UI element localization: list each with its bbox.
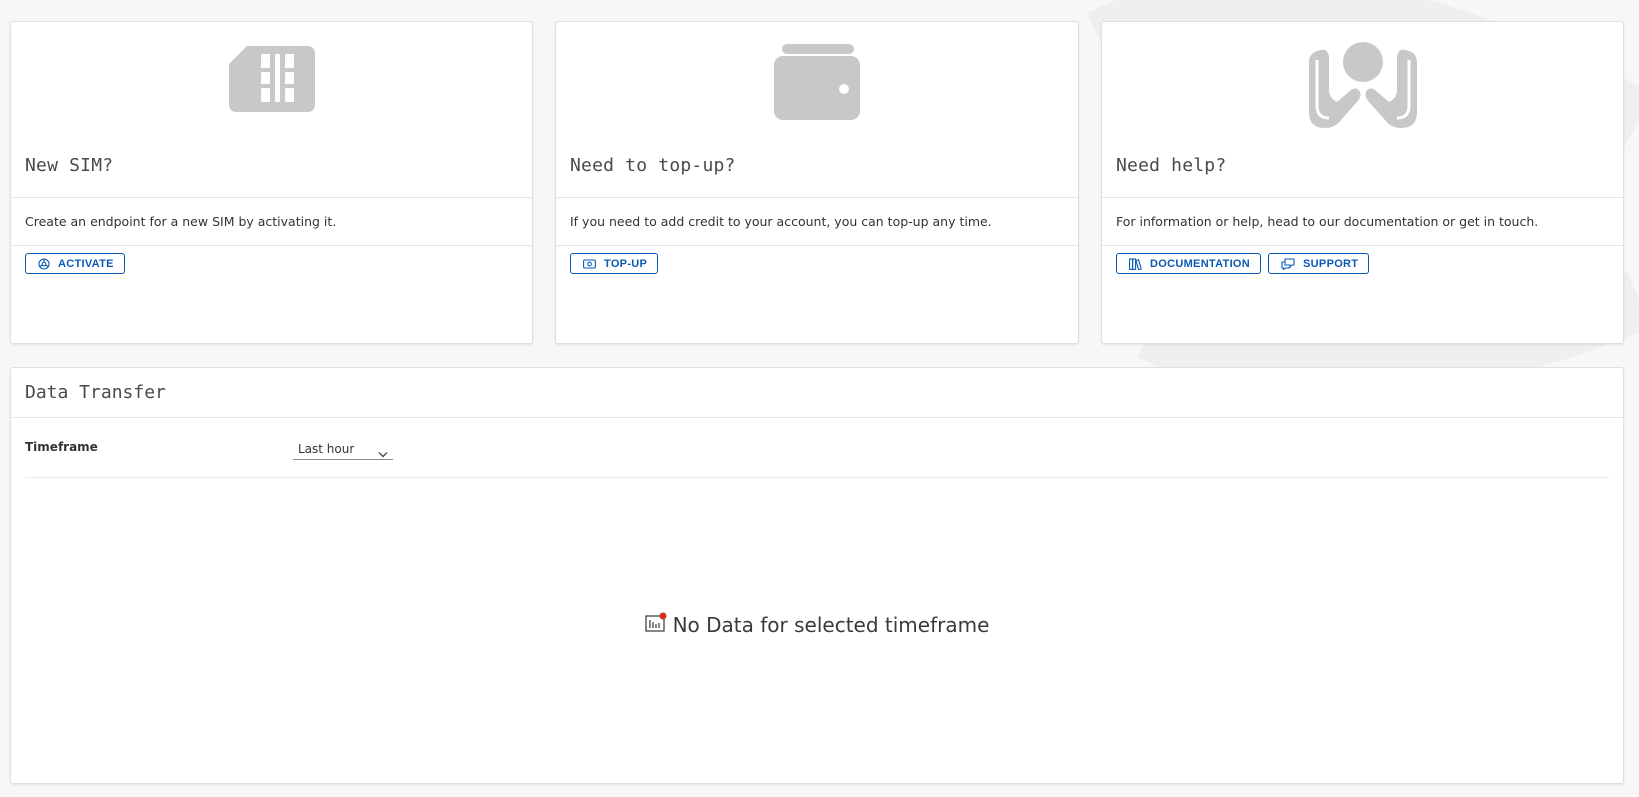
card-title: Need help? <box>1116 155 1227 176</box>
timeframe-value: Last hour <box>298 442 355 456</box>
timeframe-select[interactable]: Last hour <box>293 440 393 460</box>
top-up-card: Need to top-up? If you need to add credi… <box>555 21 1079 344</box>
new-sim-card: New SIM? Create an endpoint for a new SI… <box>10 21 533 344</box>
documentation-label: DOCUMENTATION <box>1150 257 1251 270</box>
support-button[interactable]: SUPPORT <box>1268 253 1370 274</box>
sim-card-icon <box>227 42 317 116</box>
card-description: For information or help, head to our doc… <box>1102 198 1623 246</box>
timeframe-label: Timeframe <box>25 440 98 454</box>
chevron-down-icon <box>378 445 388 463</box>
empty-state-message: No Data for selected timeframe <box>672 612 990 637</box>
card-title: Need to top-up? <box>570 155 736 176</box>
help-card: Need help? For information or help, head… <box>1101 21 1624 344</box>
chat-bubbles-icon <box>1281 257 1295 270</box>
activate-label: ACTIVATE <box>58 257 114 270</box>
panel-title: Data Transfer <box>25 382 166 403</box>
card-description: Create an endpoint for a new SIM by acti… <box>11 198 532 246</box>
wallet-icon <box>772 42 862 126</box>
chart-no-data-icon <box>644 612 667 637</box>
card-description: If you need to add credit to your accoun… <box>556 198 1078 246</box>
data-transfer-panel: Data Transfer Timeframe Last hour No Dat… <box>10 367 1624 784</box>
helping-hands-icon <box>1307 42 1419 136</box>
empty-state: No Data for selected timeframe <box>11 612 1623 637</box>
activate-icon <box>38 257 50 270</box>
card-title: New SIM? <box>25 155 114 176</box>
top-up-button[interactable]: TOP-UP <box>570 253 659 274</box>
documentation-button[interactable]: DOCUMENTATION <box>1116 253 1262 274</box>
books-icon <box>1129 257 1142 270</box>
money-icon <box>583 258 596 269</box>
dashboard-page: New SIM? Create an endpoint for a new SI… <box>0 0 1639 797</box>
timeframe-row: Timeframe Last hour <box>25 418 1609 478</box>
support-label: SUPPORT <box>1303 257 1359 270</box>
top-up-label: TOP-UP <box>604 257 648 270</box>
activate-button[interactable]: ACTIVATE <box>25 253 125 274</box>
